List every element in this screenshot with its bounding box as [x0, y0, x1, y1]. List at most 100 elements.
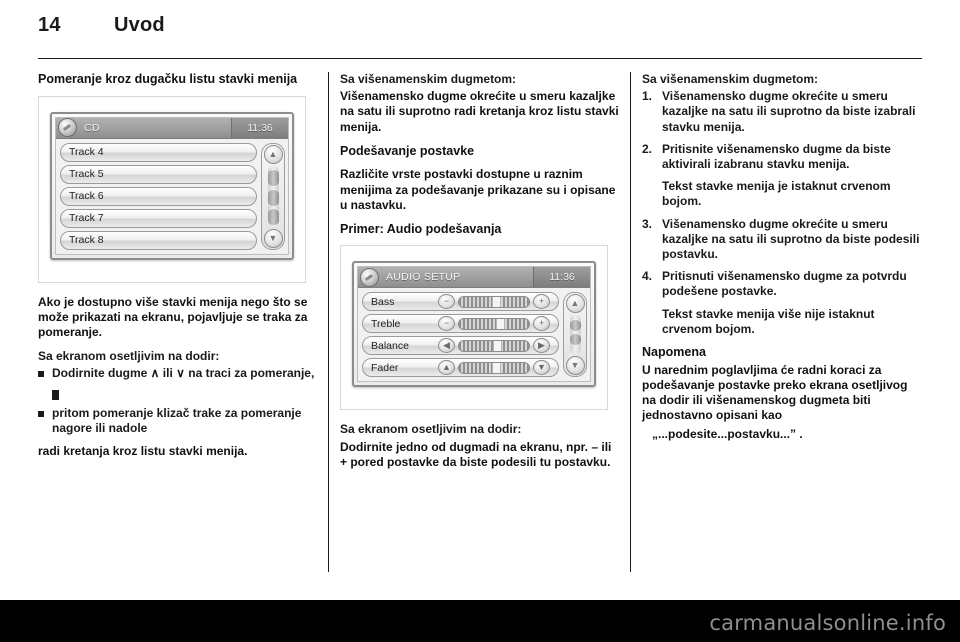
cd-screen-body: Track 4 Track 5 Track 6 Track 7 Track 8 …: [56, 138, 288, 254]
step-text: Višenamensko dugme okrećite u smeru kaza…: [662, 89, 916, 134]
list-item[interactable]: Treble − +: [362, 314, 559, 334]
device-screen: AUDIO SETUP 11:36 Bass − + Treble − + Ba…: [357, 266, 591, 383]
chapter-title: Uvod: [114, 14, 165, 36]
step-number: 1.: [642, 89, 653, 104]
middle-example-title: Primer: Audio podešavanja: [340, 221, 502, 236]
right-knob-lead: Sa višenamenskim dugmetom:: [642, 72, 819, 86]
chevron-right-icon[interactable]: ▶: [533, 338, 550, 354]
middle-setting-text: Različite vrste postavki dostupne u razn…: [340, 167, 616, 212]
audio-screen-body: Bass − + Treble − + Balance ◀ ▶ Fader ▲ …: [358, 288, 590, 382]
watermark-text: carmanualsonline.info: [709, 611, 946, 635]
left-bullet-list: Dodirnite dugme ∧ ili ∨ na traci za pome…: [38, 366, 318, 381]
right-note-quote: „...podesite...postavku...” .: [652, 427, 803, 442]
setting-controls: − +: [438, 294, 550, 310]
chevron-down-icon[interactable]: ▼: [263, 228, 283, 248]
manual-page: 14 Uvod Pomeranje kroz dugačku listu sta…: [0, 0, 960, 642]
chevron-down-icon[interactable]: ▼: [565, 356, 585, 376]
middle-knob-lead: Sa višenamenskim dugmetom:: [340, 72, 517, 86]
bullet-text: pritom pomeranje klizač trake za pomeran…: [52, 405, 302, 435]
minus-icon[interactable]: −: [438, 294, 455, 310]
bullet-text: Dodirnite dugme ∧ ili ∨ na traci za pome…: [52, 366, 315, 381]
scrollbar-thumb[interactable]: [569, 332, 581, 347]
treble-slider[interactable]: [458, 317, 530, 330]
scrollbar-thumb[interactable]: [267, 169, 279, 188]
step-note: Tekst stavke menija je istaknut crvenom …: [662, 179, 891, 209]
right-column: Sa višenamenskim dugmetom: 1. Višenamens…: [642, 72, 922, 592]
list-item: 1. Višenamensko dugme okrećite u smeru k…: [642, 89, 922, 135]
scrollbar-thumb[interactable]: [267, 188, 279, 207]
step-number: 3.: [642, 216, 653, 231]
track-label: Track 8: [69, 234, 104, 246]
page-number: 14: [38, 14, 61, 36]
setting-label: Treble: [371, 317, 401, 330]
audio-settings-list: Bass − + Treble − + Balance ◀ ▶ Fader ▲ …: [362, 292, 559, 378]
setting-label: Fader: [371, 361, 399, 374]
slider-knob[interactable]: [491, 296, 501, 307]
column-gap-1: [318, 72, 340, 592]
cd-clock: 11:36: [231, 117, 288, 138]
bullet-square-icon: [38, 410, 44, 417]
cd-disc-icon: [58, 118, 77, 137]
audio-setup-figure: AUDIO SETUP 11:36 Bass − + Treble − + Ba…: [340, 245, 608, 411]
cd-title-label: CD: [84, 121, 100, 134]
list-item[interactable]: Track 6: [60, 186, 257, 206]
middle-setting-title: Podešavanje postavke: [340, 143, 475, 158]
plus-icon[interactable]: +: [533, 316, 550, 332]
column-divider: [328, 72, 329, 572]
slider-knob[interactable]: [491, 362, 501, 373]
chevron-left-icon[interactable]: ◀: [438, 338, 455, 354]
audio-scrollbar[interactable]: ▲ ▼: [563, 292, 587, 378]
step-number: 2.: [642, 141, 653, 156]
track-label: Track 6: [69, 190, 104, 202]
list-item[interactable]: Track 7: [60, 208, 257, 228]
step-text: Višenamensko dugme okrećite u smeru kaza…: [662, 216, 920, 262]
scrollbar-thumb[interactable]: [267, 208, 279, 227]
audio-titlebar: AUDIO SETUP 11:36: [358, 267, 590, 289]
slider-knob[interactable]: [493, 340, 503, 351]
chevron-up-icon[interactable]: ▲: [438, 360, 455, 376]
header-divider: [38, 58, 922, 59]
list-item[interactable]: Balance ◀ ▶: [362, 336, 559, 356]
left-section-title: Pomeranje kroz dugačku listu stavki meni…: [38, 72, 298, 86]
middle-touch-lead: Sa ekranom osetljivim na dodir:: [340, 422, 522, 437]
list-item[interactable]: Track 8: [60, 230, 257, 250]
scrollbar-track[interactable]: [569, 315, 581, 355]
setting-label: Bass: [371, 295, 395, 308]
chevron-up-icon[interactable]: ▲: [263, 144, 283, 164]
setting-controls: − +: [438, 316, 550, 332]
track-label: Track 7: [69, 212, 104, 224]
list-item: Dodirnite dugme ∧ ili ∨ na traci za pome…: [38, 366, 318, 381]
list-item[interactable]: Track 4: [60, 142, 257, 162]
footer-bar: carmanualsonline.info: [0, 600, 960, 642]
list-item[interactable]: Bass − +: [362, 292, 559, 312]
list-item[interactable]: Fader ▲ ▼: [362, 358, 559, 378]
device-bezel: AUDIO SETUP 11:36 Bass − + Treble − + Ba…: [352, 261, 596, 388]
fader-slider[interactable]: [458, 361, 530, 374]
chevron-up-icon[interactable]: ▲: [565, 294, 585, 314]
list-item: 3. Višenamensko dugme okrećite u smeru k…: [642, 217, 922, 263]
left-paragraph-1: Ako je dostupno više stavki menija nego …: [38, 294, 308, 339]
chevron-down-icon[interactable]: ▼: [533, 360, 550, 376]
bullet-square-icon: [38, 371, 44, 378]
track-label: Track 4: [69, 146, 104, 158]
right-step-list: 1. Višenamensko dugme okrećite u smeru k…: [642, 89, 922, 337]
scrollbar-track[interactable]: [267, 165, 279, 227]
step-text: Pritisnite višenamensko dugme da biste a…: [662, 141, 891, 172]
step-note: Tekst stavke menija više nije istaknut c…: [662, 306, 875, 336]
audio-setup-icon: [360, 267, 379, 287]
list-item: 2. Pritisnite višenamensko dugme da bist…: [642, 142, 922, 210]
plus-icon[interactable]: +: [533, 294, 550, 310]
setting-controls: ◀ ▶: [438, 338, 550, 354]
cd-scrollbar[interactable]: ▲ ▼: [261, 142, 285, 250]
step-text: Pritisnuti višenamensko dugme za potvrdu…: [662, 269, 907, 299]
balance-slider[interactable]: [458, 339, 530, 352]
scrollbar-thumb[interactable]: [569, 318, 581, 333]
bass-slider[interactable]: [458, 295, 530, 308]
list-item[interactable]: Track 5: [60, 164, 257, 184]
slider-knob[interactable]: [496, 318, 506, 329]
setting-controls: ▲ ▼: [438, 360, 550, 376]
device-bezel: CD 11:36 Track 4 Track 5 Track 6 Track 7…: [50, 111, 294, 260]
middle-touch-text: Dodirnite jedno od dugmadi na ekranu, np…: [340, 439, 612, 469]
minus-icon[interactable]: −: [438, 316, 455, 332]
step-number: 4.: [642, 269, 653, 284]
